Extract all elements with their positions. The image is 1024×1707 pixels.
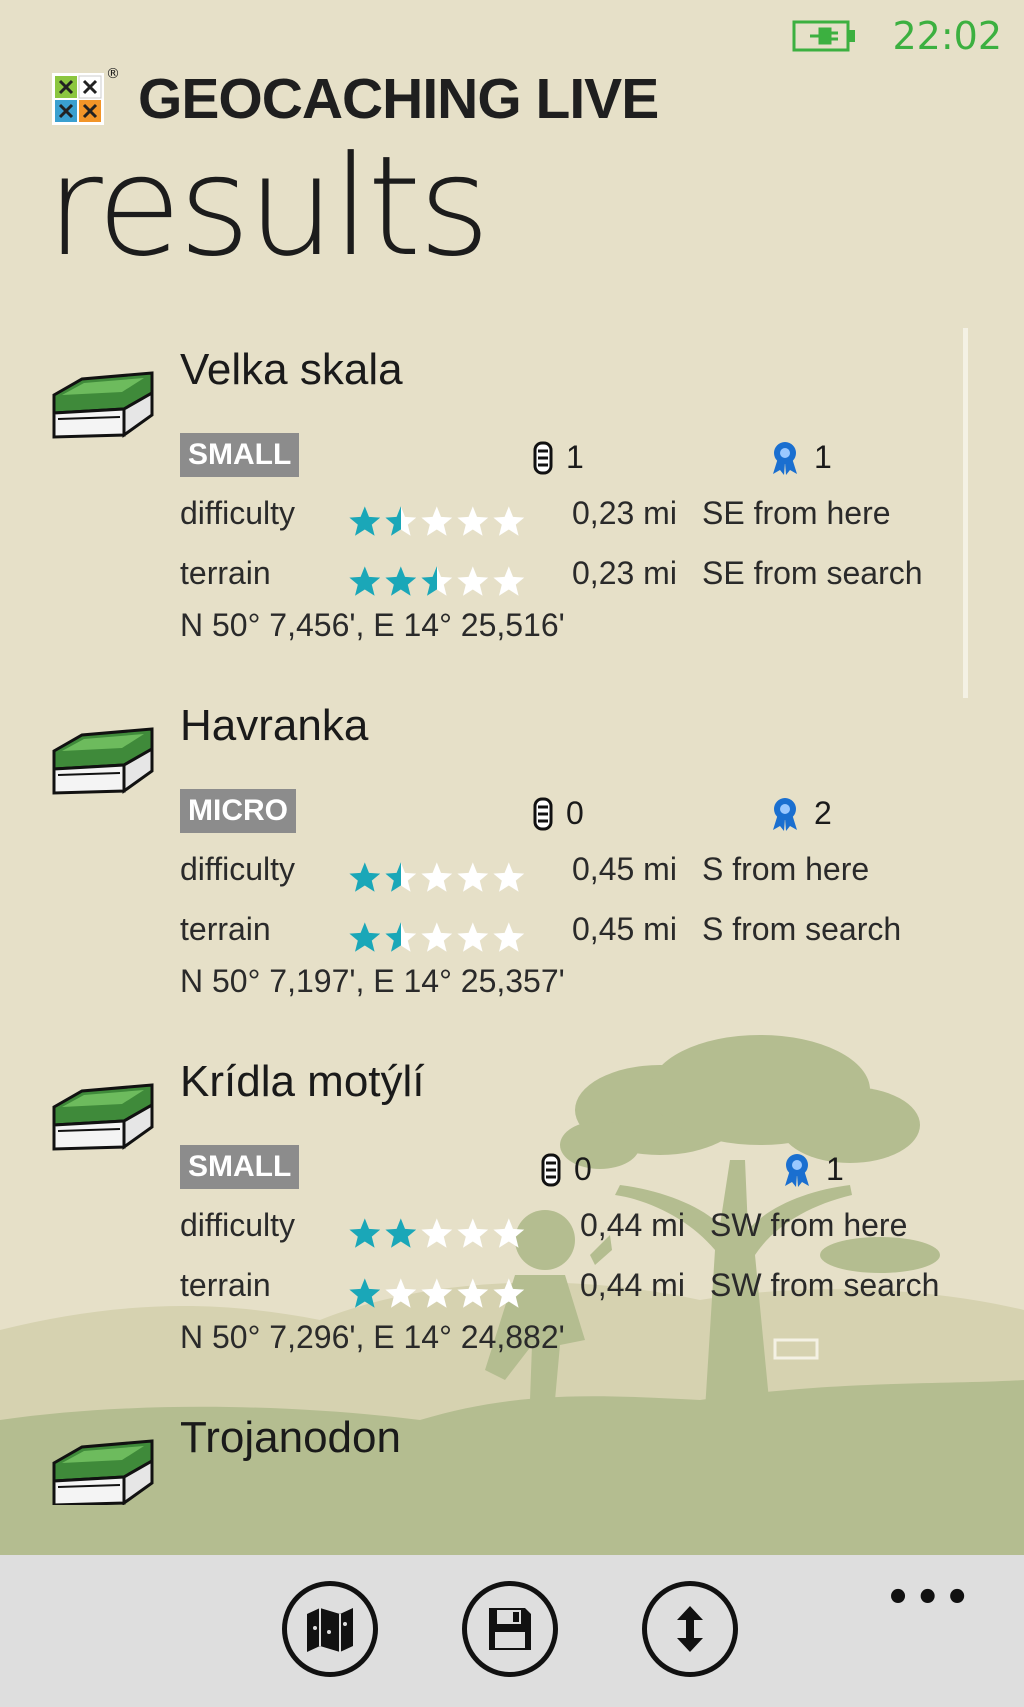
results-list[interactable]: Velka skala SMALL 1 1 difficulty 0,23 mi SE fr… bbox=[0, 345, 1024, 1505]
page-title: results bbox=[46, 126, 490, 287]
favorite-ribbon-icon bbox=[785, 1153, 809, 1187]
cache-name[interactable]: Krídla motýlí bbox=[180, 1057, 425, 1107]
terrain-stars bbox=[349, 922, 525, 952]
distance-from-search: 0,44 mi bbox=[580, 1267, 685, 1303]
coordinates: N 50° 7,456', E 14° 25,516' bbox=[180, 607, 565, 643]
direction-from-here: SW from here bbox=[710, 1207, 908, 1243]
cache-name[interactable]: Velka skala bbox=[180, 345, 403, 395]
favorite-ribbon-icon bbox=[773, 797, 797, 831]
favorite-count-value: 2 bbox=[814, 795, 832, 831]
trackable-icon bbox=[541, 1153, 561, 1186]
status-bar: 22:02 bbox=[792, 14, 1002, 58]
cache-name[interactable]: Trojanodon bbox=[180, 1413, 401, 1463]
size-badge: SMALL bbox=[180, 1145, 300, 1189]
trackable-icon bbox=[533, 797, 553, 830]
trackable-count: 0 bbox=[540, 1151, 592, 1188]
cache-type-icon bbox=[50, 721, 156, 801]
direction-from-search: SW from search bbox=[710, 1267, 940, 1303]
trackable-icon bbox=[533, 441, 553, 474]
favorite-ribbon-icon bbox=[773, 441, 797, 475]
app-title: GEOCACHING LIVE bbox=[138, 67, 659, 131]
direction-from-here: S from here bbox=[702, 851, 870, 887]
cache-container-icon bbox=[52, 1439, 154, 1505]
sort-button[interactable] bbox=[642, 1581, 738, 1677]
direction-from-search: S from search bbox=[702, 911, 902, 947]
favorite-count: 1 bbox=[782, 1151, 844, 1188]
registered-mark: ® bbox=[106, 66, 120, 82]
cache-type-icon bbox=[50, 365, 156, 445]
difficulty-stars bbox=[349, 1218, 525, 1248]
distance-from-search: 0,45 mi bbox=[572, 911, 677, 947]
difficulty-stars bbox=[349, 506, 525, 536]
trackable-count: 0 bbox=[532, 795, 584, 832]
save-button[interactable] bbox=[462, 1581, 558, 1677]
trackable-count-value: 0 bbox=[574, 1151, 592, 1187]
direction-from-search: SE from search bbox=[702, 555, 923, 591]
terrain-stars bbox=[349, 566, 525, 596]
clock: 22:02 bbox=[892, 14, 1002, 58]
difficulty-label: difficulty bbox=[180, 1207, 296, 1243]
map-icon bbox=[307, 1608, 353, 1652]
difficulty-label: difficulty bbox=[180, 495, 296, 531]
trackable-count-value: 1 bbox=[566, 439, 584, 475]
distance-from-here: 0,23 mi bbox=[572, 495, 677, 531]
terrain-label: terrain bbox=[180, 555, 271, 591]
difficulty-stars bbox=[349, 862, 525, 892]
trackable-count-value: 0 bbox=[566, 795, 584, 831]
cache-container-icon bbox=[52, 727, 154, 795]
coordinates: N 50° 7,197', E 14° 25,357' bbox=[180, 963, 565, 999]
direction-from-here: SE from here bbox=[702, 495, 891, 531]
favorite-count: 2 bbox=[770, 795, 832, 832]
coordinates: N 50° 7,296', E 14° 24,882' bbox=[180, 1319, 565, 1355]
trackable-count: 1 bbox=[532, 439, 584, 476]
size-badge: SMALL bbox=[180, 433, 300, 477]
favorite-count-value: 1 bbox=[814, 439, 832, 475]
app-header: ® GEOCACHING LIVE bbox=[52, 66, 659, 132]
cache-name[interactable]: Havranka bbox=[180, 701, 368, 751]
cache-type-icon bbox=[50, 1077, 156, 1157]
result-item[interactable]: Havranka MICRO 0 2 difficulty 0,45 mi S from h… bbox=[0, 701, 1024, 1031]
terrain-label: terrain bbox=[180, 911, 271, 947]
map-button[interactable] bbox=[282, 1581, 378, 1677]
result-item[interactable]: Velka skala SMALL 1 1 difficulty 0,23 mi SE fr… bbox=[0, 345, 1024, 675]
favorite-count-value: 1 bbox=[826, 1151, 844, 1187]
cache-type-icon bbox=[50, 1433, 156, 1505]
more-button[interactable]: ••• bbox=[885, 1575, 974, 1621]
cache-container-icon bbox=[52, 1083, 154, 1151]
difficulty-label: difficulty bbox=[180, 851, 296, 887]
favorite-count: 1 bbox=[770, 439, 832, 476]
save-icon bbox=[489, 1608, 531, 1650]
result-item[interactable]: Krídla motýlí SMALL 0 1 difficulty 0,44 mi SW … bbox=[0, 1057, 1024, 1387]
result-item[interactable]: Trojanodon bbox=[0, 1413, 1024, 1505]
battery-charging-icon bbox=[792, 20, 856, 52]
size-badge: MICRO bbox=[180, 789, 296, 833]
application-bar: ••• bbox=[0, 1555, 1024, 1707]
sort-icon bbox=[677, 1606, 703, 1652]
distance-from-here: 0,45 mi bbox=[572, 851, 677, 887]
distance-from-search: 0,23 mi bbox=[572, 555, 677, 591]
cache-container-icon bbox=[52, 371, 154, 439]
distance-from-here: 0,44 mi bbox=[580, 1207, 685, 1243]
terrain-stars bbox=[349, 1278, 525, 1308]
terrain-label: terrain bbox=[180, 1267, 271, 1303]
geocaching-logo-icon bbox=[52, 73, 104, 125]
